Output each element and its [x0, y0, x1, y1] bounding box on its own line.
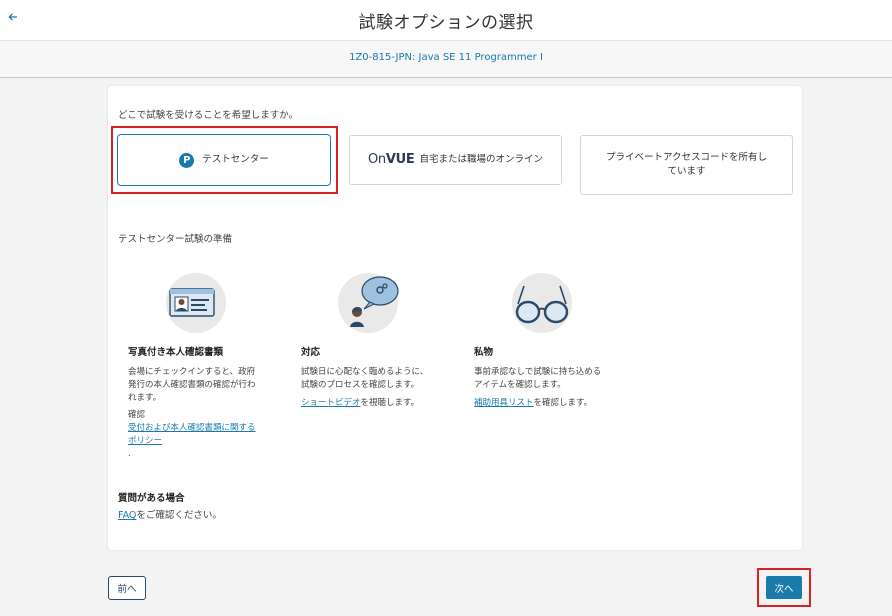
onvue-logo: OnVUE — [368, 152, 415, 167]
pearson-p-icon: P — [179, 152, 195, 168]
page-title: 試験オプションの選択 — [358, 13, 534, 33]
id-docs-text: 会場にチェックインすると、政府 発行の本人確認書類の確認が行わ れます。 — [128, 367, 256, 403]
faq-link[interactable]: FAQ — [118, 510, 136, 521]
support-text: 試験日に心配なく臨めるように、 試験のプロセスを確認します。 — [301, 367, 429, 390]
prep-title: テストセンター試験の準備 — [118, 234, 233, 245]
option-onvue[interactable]: OnVUE 自宅または職場のオンライン — [349, 135, 562, 185]
belongings-list-line: 補助用具リストを確認します。 — [474, 398, 593, 408]
location-question: どこで試験を受けることを希望しますか。 — [118, 110, 299, 121]
id-policy-link[interactable]: 受付および本人確認書類に関する ポリシー — [128, 422, 256, 448]
id-docs-heading: 写真付き本人確認書類 — [128, 347, 224, 358]
exam-options-card: どこで試験を受けることを希望しますか。 P テストセンター OnVUE 自宅また… — [108, 86, 802, 550]
support-video-line: ショートビデオを視聴します。 — [301, 398, 420, 408]
belongings-text: 事前承認なしで試験に持ち込める アイテムを確認します。 — [474, 367, 602, 390]
option-private-access-code[interactable]: プライベートアクセスコードを所有し ています — [580, 135, 793, 195]
option-onvue-label: 自宅または職場のオンライン — [419, 154, 543, 165]
prev-button[interactable]: 前へ — [108, 576, 146, 600]
id-docs-policy: 確認 受付および本人確認書類に関する ポリシー . — [128, 410, 256, 459]
exam-bar: 1Z0-815-JPN: Java SE 11 Programmer I — [0, 40, 892, 78]
short-video-link[interactable]: ショートビデオ — [301, 398, 361, 408]
person-chat-icon — [334, 272, 402, 334]
option-test-center-label: テストセンター — [202, 154, 269, 165]
option-test-center[interactable]: P テストセンター — [117, 134, 331, 186]
belongings-heading: 私物 — [474, 347, 494, 358]
header-bar: 試験オプションの選択 — [0, 0, 892, 40]
support-heading: 対応 — [301, 347, 321, 358]
glasses-icon — [506, 272, 574, 334]
id-card-icon — [160, 272, 228, 334]
faq-heading: 質問がある場合 — [118, 493, 185, 504]
exam-name: 1Z0-815-JPN: Java SE 11 Programmer I — [349, 52, 543, 63]
option-private-access-code-label: プライベートアクセスコードを所有し ています — [605, 152, 768, 177]
faq-line: FAQをご確認ください。 — [118, 510, 222, 521]
next-button[interactable]: 次へ — [766, 576, 802, 599]
aids-list-link[interactable]: 補助用具リスト — [474, 398, 534, 408]
id-docs-policy-label: 確認 — [128, 410, 146, 420]
